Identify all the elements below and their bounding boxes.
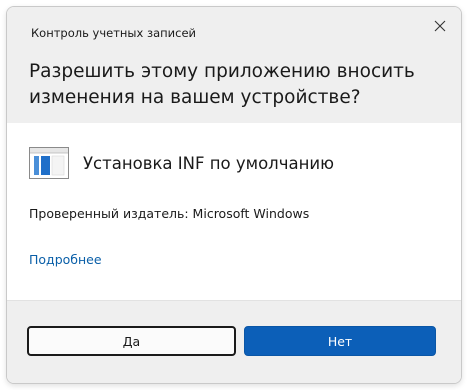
window-title: Контроль учетных записей: [31, 26, 196, 40]
dialog-header: Контроль учетных записей Разрешить этому…: [7, 7, 461, 123]
no-button[interactable]: Нет: [244, 326, 436, 356]
close-button[interactable]: [427, 13, 453, 39]
yes-button[interactable]: Да: [27, 326, 236, 356]
app-name: Установка INF по умолчанию: [83, 153, 334, 173]
verified-publisher: Проверенный издатель: Microsoft Windows: [29, 206, 310, 221]
more-details-link[interactable]: Подробнее: [29, 252, 102, 267]
dialog-footer: Да Нет: [7, 300, 461, 383]
dialog-question: Разрешить этому приложению вносить измен…: [29, 61, 415, 108]
close-icon: [434, 20, 446, 32]
application-window-icon: [29, 147, 69, 179]
uac-dialog: Контроль учетных записей Разрешить этому…: [6, 6, 462, 384]
app-row: Установка INF по умолчанию: [29, 145, 334, 181]
